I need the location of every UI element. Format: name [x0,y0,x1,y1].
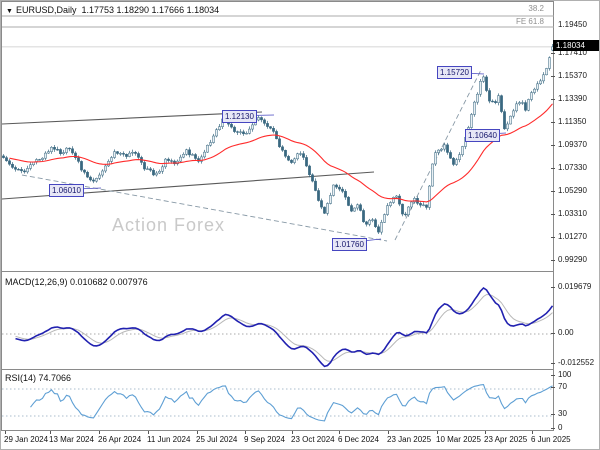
date-axis-label: 23 Apr 2025 [484,435,528,444]
date-axis-tick-mark [50,431,51,434]
price-annotation[interactable]: 1.12130 [222,110,257,123]
date-axis-label: 23 Jan 2025 [387,435,432,444]
date-axis-tick-mark [437,431,438,434]
rsi-panel[interactable] [1,369,554,431]
date-axis-label: 11 Jun 2024 [147,435,191,444]
date-axis-label: 6 Jun 2025 [531,435,571,444]
price-annotation[interactable]: 1.15720 [437,66,472,79]
date-axis-label: 29 Jan 2024 [4,435,49,444]
date-axis-label: 26 Apr 2024 [98,435,142,444]
date-axis-label: 6 Dec 2024 [338,435,379,444]
price-axis-tick-mark [551,214,555,215]
rsi-axis-tick-mark [551,414,555,415]
fib-level-fe618-label: FE 61.8 [515,17,544,26]
date-axis-tick-mark [292,431,293,434]
price-axis-tick-mark [551,260,555,261]
symbol-dropdown-icon[interactable]: ▼ [6,8,13,15]
fib-level-382-label: 38.2 [528,4,544,13]
price-axis-tick-label: 1.15370 [558,71,587,80]
date-axis-tick-mark [148,431,149,434]
macd-axis-tick-mark [551,333,555,334]
watermark-text: Action Forex [112,215,226,235]
price-annotation[interactable]: 1.06010 [49,184,84,197]
ohlc-values: 1.17753 1.18290 1.17666 1.18034 [81,5,220,15]
rsi-axis-tick-mark [551,387,555,388]
price-annotation[interactable]: 1.01760 [332,238,367,251]
macd-axis-label: 0.00 [558,328,574,337]
date-axis-tick-mark [388,431,389,434]
price-axis-tick-mark [551,145,555,146]
date-axis-tick-mark [485,431,486,434]
price-axis-tick-label: 1.01270 [558,232,587,241]
macd-axis-tick-mark [551,363,555,364]
macd-label: MACD(12,26,9) 0.010682 0.007976 [5,277,148,287]
price-axis-tick-label: 1.11350 [558,117,587,126]
macd-axis-tick-mark [551,287,555,288]
price-axis-tick-mark [551,237,555,238]
price-axis-tick-mark [551,76,555,77]
date-axis-tick-mark [99,431,100,434]
price-axis-tick-label: 1.09370 [558,140,587,149]
price-axis-tick-mark [551,168,555,169]
macd-axis-label: -0.012552 [558,358,595,367]
rsi-canvas [2,384,554,422]
price-axis-tick-mark [551,53,555,54]
price-axis-tick-label: 1.07330 [558,163,587,172]
date-axis-tick-mark [339,431,340,434]
date-axis-tick-mark [245,431,246,434]
price-axis-tick-mark [551,191,555,192]
price-axis-tick-label: 1.13390 [558,94,587,103]
date-axis-label: 13 Mar 2024 [49,435,94,444]
rsi-axis-label: 30 [558,409,567,418]
rsi-axis-tick-mark [551,375,555,376]
rsi-label: RSI(14) 74.7066 [5,373,72,383]
price-axis-tick-label: 1.05290 [558,186,587,195]
price-axis-tick-mark [551,99,555,100]
price-annotation[interactable]: 1.10640 [465,129,500,142]
current-price-badge: 1.18034 [553,40,599,51]
date-axis-label: 9 Sep 2024 [244,435,285,444]
price-axis-tick-label: 0.99290 [558,255,587,264]
price-axis-tick-label: 1.03310 [558,209,587,218]
price-axis-top-value: 1.19450 [558,20,587,29]
chart-window: Action Forex ▼ EURUSD,Daily 1.17753 1.182… [0,0,600,450]
rsi-axis-label: 100 [558,370,572,379]
date-axis-label: 10 Mar 2025 [436,435,481,444]
date-axis-tick-mark [197,431,198,434]
symbol-name: EURUSD,Daily [15,5,77,15]
rsi-axis-label: 0 [558,423,563,432]
date-axis[interactable]: 29 Jan 2024 13 Mar 2024 26 Apr 2024 11 Jun … [1,431,599,449]
rsi-axis-tick-mark [551,428,555,429]
chart-title: ▼ EURUSD,Daily 1.17753 1.18290 1.17666 1.… [6,5,219,15]
date-axis-label: 25 Jul 2024 [196,435,238,444]
date-axis-label: 23 Oct 2024 [291,435,335,444]
rsi-axis-label: 70 [558,382,567,391]
date-axis-tick-mark [532,431,533,434]
date-axis-tick-mark [5,431,6,434]
macd-axis-label: 0.019679 [558,282,592,291]
price-axis-tick-mark [551,122,555,123]
